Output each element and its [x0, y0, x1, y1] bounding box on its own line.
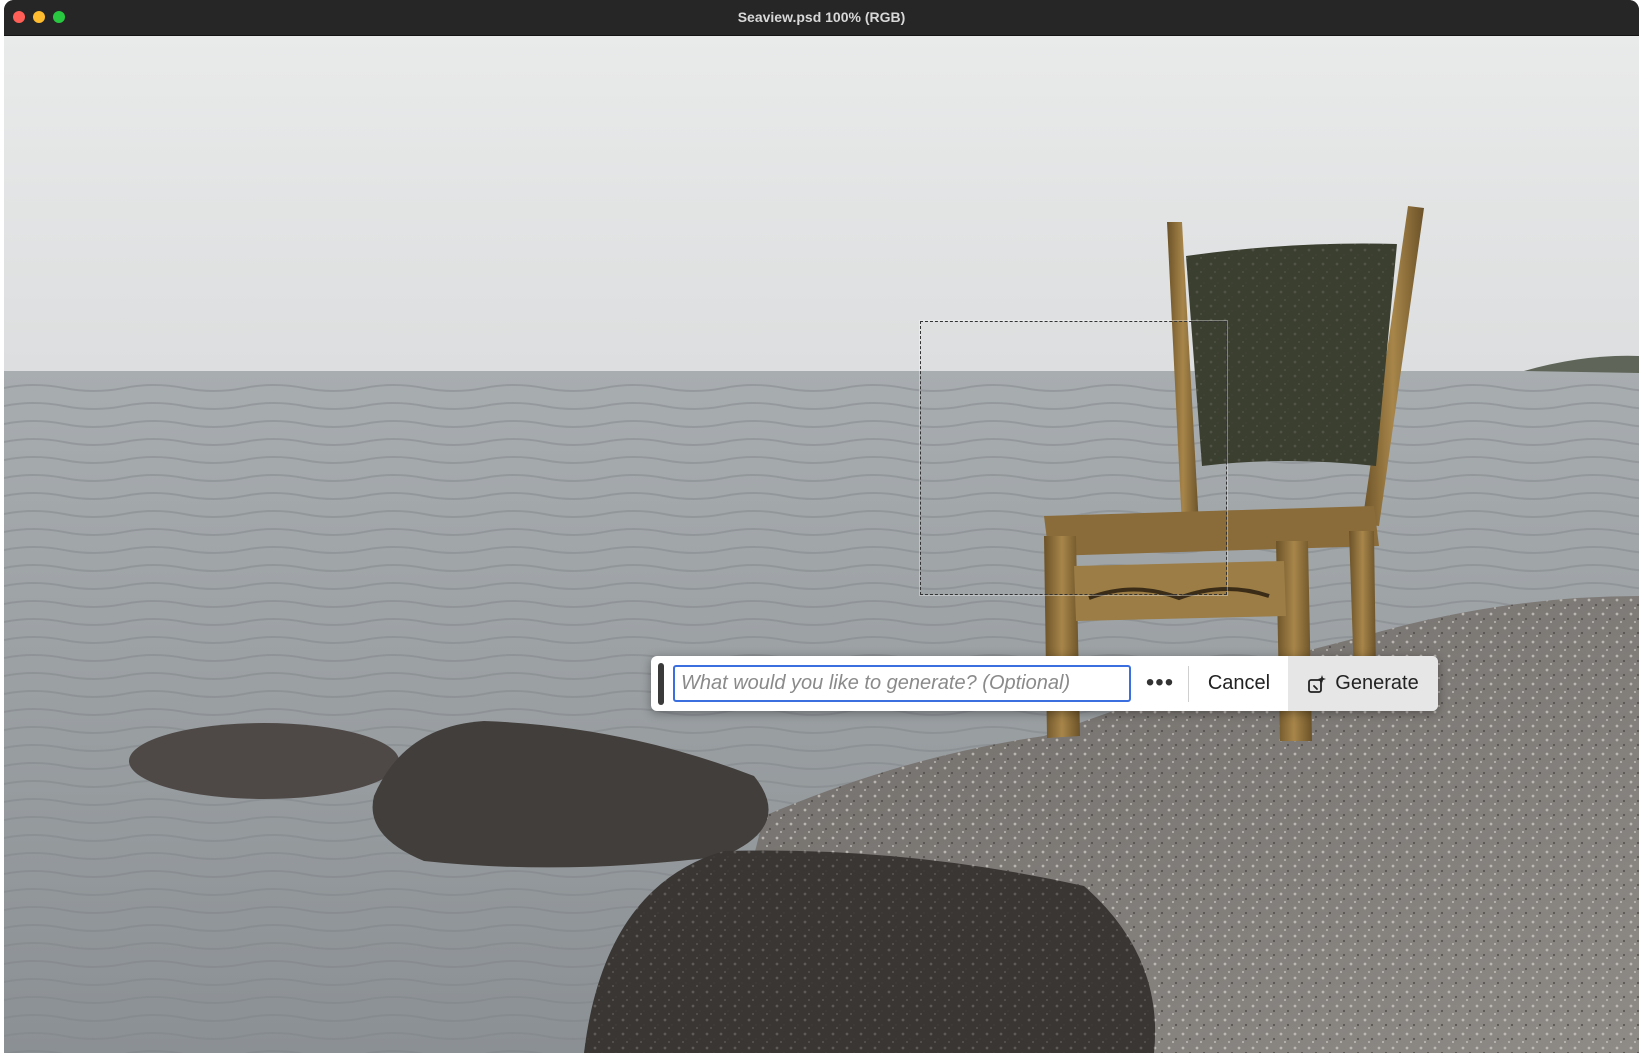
generate-button[interactable]: Generate: [1288, 656, 1438, 711]
seaview-photo: [4, 36, 1639, 1053]
document-title: Seaview.psd 100% (RGB): [737, 9, 906, 25]
cancel-button[interactable]: Cancel: [1192, 656, 1286, 711]
taskbar-divider: [1188, 666, 1189, 702]
title-bar[interactable]: Seaview.psd 100% (RGB): [4, 0, 1639, 36]
document-canvas[interactable]: [4, 36, 1639, 1053]
contextual-taskbar: ••• Cancel Generate: [651, 656, 1438, 711]
more-options-button[interactable]: •••: [1138, 664, 1182, 702]
generate-prompt-input[interactable]: [673, 665, 1131, 702]
taskbar-drag-handle[interactable]: [658, 663, 664, 705]
photoshop-window: Seaview.psd 100% (RGB): [4, 0, 1639, 1053]
generate-label: Generate: [1335, 672, 1419, 694]
generative-fill-icon: [1308, 674, 1327, 693]
marquee-selection[interactable]: [920, 321, 1227, 595]
